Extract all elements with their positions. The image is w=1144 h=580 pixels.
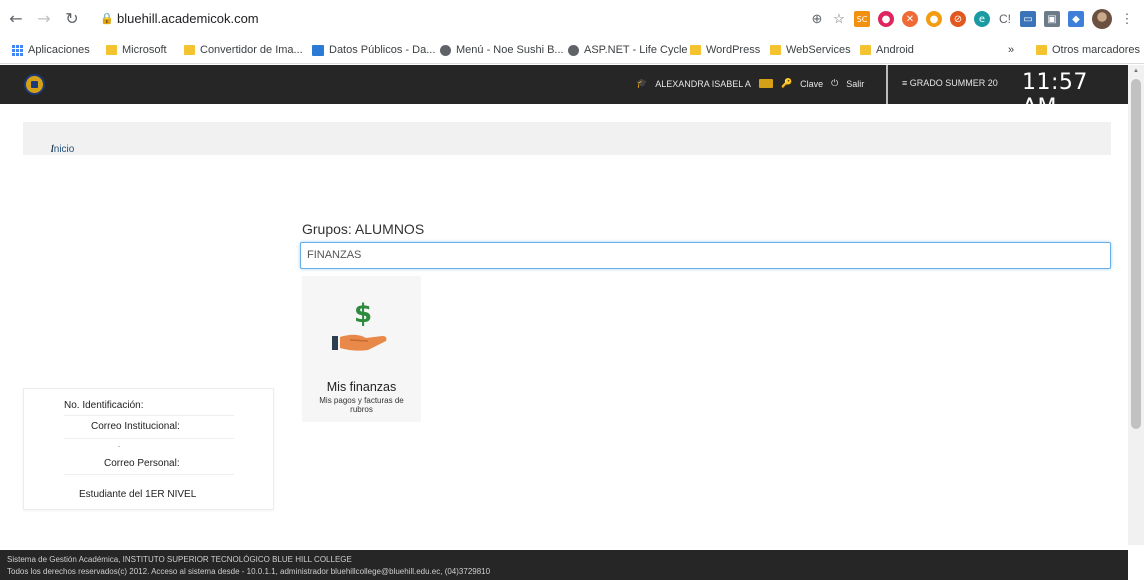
tile-subtitle: Mis pagos y facturas de rubros — [319, 396, 404, 414]
globe-icon — [568, 44, 579, 56]
money-hand-icon: $ — [332, 299, 387, 351]
bookmark-android[interactable]: Android — [860, 44, 914, 56]
bookmark-aspnet[interactable]: ASP.NET - Life Cycle — [568, 44, 688, 56]
bookmark-star-icon[interactable]: ☆ — [832, 11, 846, 27]
folder-icon — [1036, 45, 1047, 55]
profile-card: No. Identificación: Correo Institucional… — [23, 388, 274, 510]
extension-red-icon[interactable]: ● — [878, 11, 894, 27]
breadcrumb: Inicio / — [23, 122, 1111, 155]
institutional-email-label: Correo Institucional: — [91, 421, 180, 432]
folder-icon — [770, 45, 781, 55]
bookmark-aplicaciones[interactable]: Aplicaciones — [12, 44, 90, 56]
extension-sc-icon[interactable]: SC — [854, 11, 870, 27]
graduation-cap-icon: 🎓 — [636, 78, 648, 88]
filter-input[interactable]: FINANZAS — [300, 242, 1111, 269]
extension-c-icon[interactable]: C! — [998, 12, 1012, 26]
svg-text:$: $ — [354, 299, 372, 329]
footer-line-1: Sistema de Gestión Académica, INSTITUTO … — [7, 555, 352, 564]
bookmark-otros-marcadores[interactable]: Otros marcadores — [1036, 44, 1140, 56]
apps-grid-icon — [12, 44, 23, 56]
clave-link[interactable]: Clave — [800, 79, 823, 89]
scrollbar-thumb[interactable] — [1131, 79, 1141, 429]
extension-teal-icon[interactable]: e — [974, 11, 990, 27]
zoom-icon[interactable]: ⊕ — [810, 11, 824, 27]
breadcrumb-separator: / — [51, 144, 54, 155]
personal-email-label: Correo Personal: — [104, 458, 180, 469]
key-icon: 🔑 — [780, 78, 793, 88]
bookmarks-overflow[interactable]: » — [1008, 44, 1014, 56]
group-title: Grupos: ALUMNOS — [302, 221, 425, 237]
forward-arrow-icon[interactable]: → — [36, 10, 52, 28]
bookmark-datos-publicos[interactable]: Datos Públicos - Da... — [312, 44, 435, 56]
student-level: Estudiante del 1ER NIVEL — [79, 489, 197, 500]
extension-orange-icon[interactable]: ✕ — [902, 11, 918, 27]
profile-avatar[interactable] — [1092, 9, 1112, 29]
folder-icon — [860, 45, 871, 55]
bookmark-microsoft[interactable]: Microsoft — [106, 44, 167, 56]
page-scrollbar[interactable]: ▲ — [1128, 65, 1144, 545]
scroll-up-icon[interactable]: ▲ — [1133, 68, 1139, 74]
user-menu: 🎓 ALEXANDRA ISABEL A 🔑 Clave ⏻ Salir — [636, 78, 864, 89]
id-label: No. Identificación: — [64, 400, 144, 411]
grado-menu[interactable]: ≡ GRADO SUMMER 20 — [902, 78, 998, 88]
clock: 11:57 AM — [1022, 70, 1088, 120]
globe-icon — [440, 44, 451, 56]
bookmark-webservices[interactable]: WebServices — [770, 44, 851, 56]
extension-amber-icon[interactable]: ● — [926, 11, 942, 27]
power-icon: ⏻ — [831, 78, 839, 88]
divider — [64, 474, 234, 475]
datos-icon — [312, 44, 324, 56]
bookmarks-bar: Aplicaciones Microsoft Convertidor de Im… — [0, 38, 1144, 64]
extension-blue2-icon[interactable]: ◆ — [1068, 11, 1084, 27]
user-name[interactable]: ALEXANDRA ISABEL A — [655, 79, 751, 89]
footer: Sistema de Gestión Académica, INSTITUTO … — [0, 550, 1128, 580]
extension-gray-icon[interactable]: ▣ — [1044, 11, 1060, 27]
address-bar[interactable]: bluehill.academicok.com — [117, 11, 259, 26]
college-logo[interactable] — [24, 74, 45, 95]
mail-icon[interactable] — [758, 79, 773, 88]
back-arrow-icon[interactable]: ← — [8, 10, 24, 28]
header-divider — [886, 65, 888, 104]
bookmark-convertidor[interactable]: Convertidor de Ima... — [184, 44, 303, 56]
divider — [64, 438, 234, 439]
hamburger-icon: ≡ — [902, 78, 908, 88]
folder-icon — [690, 45, 701, 55]
reload-icon[interactable]: ↻ — [64, 10, 80, 28]
extension-slash-icon[interactable]: ⊘ — [950, 11, 966, 27]
app-header: 🎓 ALEXANDRA ISABEL A 🔑 Clave ⏻ Salir ≡ G… — [0, 65, 1128, 120]
tile-mis-finanzas[interactable]: $ Mis finanzas Mis pagos y facturas de r… — [302, 276, 421, 422]
divider — [64, 415, 234, 416]
folder-icon — [106, 45, 117, 55]
menu-kebab-icon[interactable]: ⋮ — [1120, 11, 1134, 27]
browser-toolbar: ← → ↻ 🔒 bluehill.academicok.com ⊕ ☆ SC ●… — [0, 0, 1144, 38]
footer-line-2: Todos los derechos reservados(c) 2012. A… — [7, 567, 491, 576]
bookmark-wordpress[interactable]: WordPress — [690, 44, 760, 56]
extension-blue-icon[interactable]: ▭ — [1020, 11, 1036, 27]
divider — [118, 446, 120, 447]
salir-link[interactable]: Salir — [846, 79, 864, 89]
folder-icon — [184, 45, 195, 55]
lock-icon: 🔒 — [100, 13, 114, 25]
tile-title: Mis finanzas — [326, 380, 397, 394]
bookmark-menu-noe-sushi[interactable]: Menú - Noe Sushi B... — [440, 44, 564, 56]
breadcrumb-inicio-link[interactable]: Inicio — [51, 144, 74, 155]
